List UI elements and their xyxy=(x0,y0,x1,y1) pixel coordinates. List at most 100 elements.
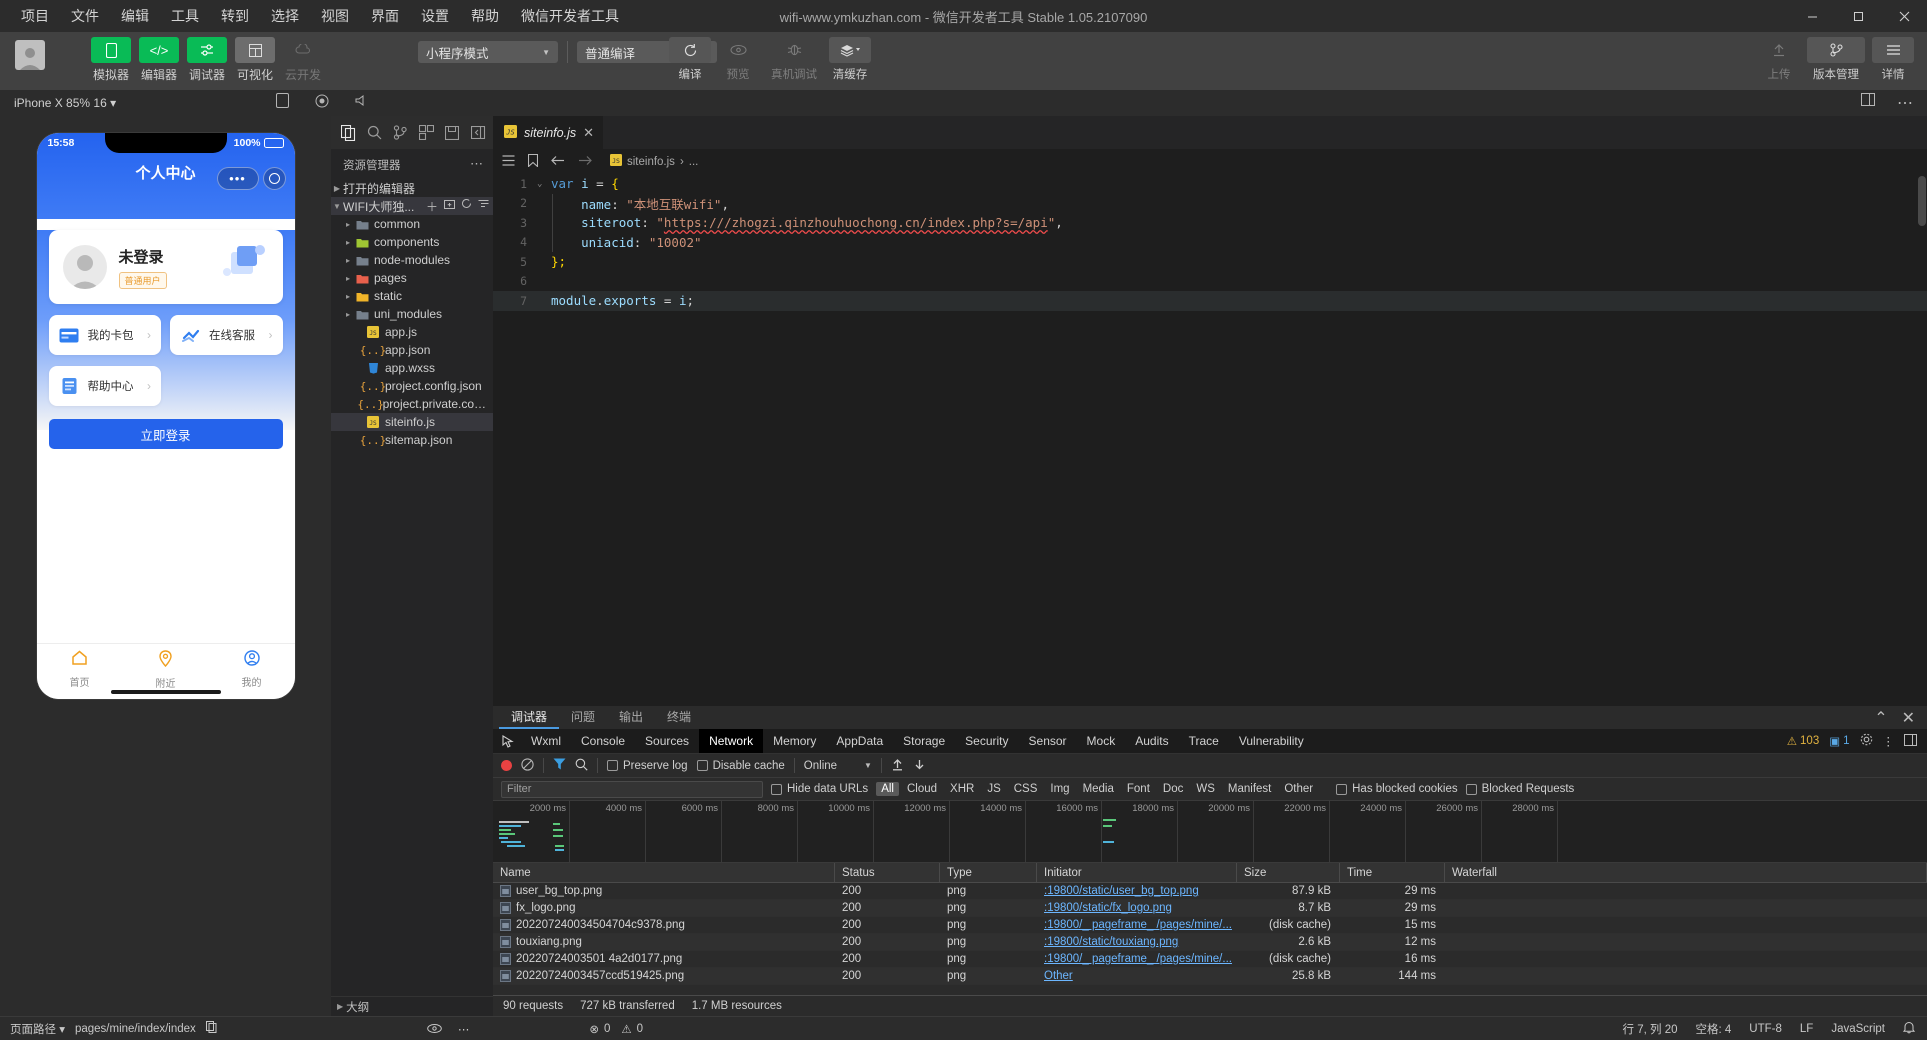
tree-item-uni-modules[interactable]: ▸uni_modules xyxy=(331,305,493,323)
bookmark-icon[interactable] xyxy=(528,154,538,170)
tree-item-app-json[interactable]: {..}app.json xyxy=(331,341,493,359)
tree-item-static[interactable]: ▸static xyxy=(331,287,493,305)
cursor-position[interactable]: 行 7, 列 20 xyxy=(1623,1021,1678,1037)
network-row[interactable]: 20220724003501 4a2d0177.png200png:19800/… xyxy=(493,951,1927,968)
mode-select[interactable]: 小程序模式 ▼ xyxy=(418,41,558,63)
rotate-icon[interactable] xyxy=(276,93,289,113)
menu-item-ui[interactable]: 界面 xyxy=(360,1,410,31)
close-icon[interactable]: ✕ xyxy=(1902,708,1915,728)
menu-item-select[interactable]: 选择 xyxy=(260,1,310,31)
kebab-menu-icon[interactable]: ⋮ xyxy=(1883,734,1895,748)
split-editor-icon[interactable] xyxy=(1861,93,1875,113)
type-filter-doc[interactable]: Doc xyxy=(1158,782,1188,796)
notifications-icon[interactable] xyxy=(1903,1021,1915,1037)
warning-badge[interactable]: ⚠ 103 xyxy=(1787,734,1820,748)
column-type[interactable]: Type xyxy=(940,863,1037,883)
tab-problems[interactable]: 问题 xyxy=(559,706,607,729)
tabbar-item-home[interactable]: 首页 xyxy=(37,650,123,689)
tree-item-common[interactable]: ▸common xyxy=(331,215,493,233)
editor-scrollbar[interactable] xyxy=(1917,174,1927,706)
editor-tab-siteinfo[interactable]: JS siteinfo.js ✕ xyxy=(493,116,604,149)
type-filter-manifest[interactable]: Manifest xyxy=(1223,782,1276,796)
copy-path-icon[interactable] xyxy=(206,1021,217,1036)
preview-button[interactable]: 预览 xyxy=(716,37,760,82)
more-capsule-button[interactable]: ••• xyxy=(217,167,259,190)
close-capsule-button[interactable] xyxy=(263,167,286,190)
filter-input[interactable]: Filter xyxy=(501,781,763,798)
import-har-icon[interactable] xyxy=(891,758,904,774)
devtab-appdata[interactable]: AppData xyxy=(826,729,893,753)
menu-item-project[interactable]: 项目 xyxy=(10,1,60,31)
outline-list-icon[interactable] xyxy=(502,155,515,169)
real-device-debug-button[interactable]: 真机调试 xyxy=(764,37,824,82)
search-icon[interactable] xyxy=(575,758,588,774)
preserve-log-checkbox[interactable]: Preserve log xyxy=(607,760,688,772)
tab-output[interactable]: 输出 xyxy=(607,706,655,729)
toggle-debugger[interactable]: 调试器 xyxy=(186,37,228,83)
encoding[interactable]: UTF-8 xyxy=(1749,1023,1782,1035)
devtab-console[interactable]: Console xyxy=(571,729,635,753)
menu-item-settings[interactable]: 设置 xyxy=(410,1,460,31)
status-more-icon[interactable]: ⋯ xyxy=(458,1022,470,1036)
tab-terminal[interactable]: 终端 xyxy=(655,706,703,729)
devtab-vulnerability[interactable]: Vulnerability xyxy=(1229,729,1314,753)
hide-data-urls-checkbox[interactable]: Hide data URLs xyxy=(771,783,868,795)
login-button[interactable]: 立即登录 xyxy=(49,419,283,449)
menu-item-help[interactable]: 帮助 xyxy=(460,1,510,31)
indentation[interactable]: 空格: 4 xyxy=(1696,1021,1732,1037)
tree-item-pages[interactable]: ▸pages xyxy=(331,269,493,287)
type-filter-other[interactable]: Other xyxy=(1279,782,1318,796)
avatar[interactable] xyxy=(15,40,45,70)
network-row[interactable]: touxiang.png200png:19800/static/touxiang… xyxy=(493,934,1927,951)
menu-item-file[interactable]: 文件 xyxy=(60,1,110,31)
type-filter-ws[interactable]: WS xyxy=(1191,782,1220,796)
new-folder-icon[interactable] xyxy=(444,198,455,215)
devtab-mock[interactable]: Mock xyxy=(1077,729,1126,753)
explorer-more-icon[interactable]: ⋯ xyxy=(470,156,493,172)
column-status[interactable]: Status xyxy=(835,863,940,883)
menu-item-goto[interactable]: 转到 xyxy=(210,1,260,31)
disable-cache-checkbox[interactable]: Disable cache xyxy=(697,760,785,772)
toggle-visual[interactable]: 可视化 xyxy=(234,37,276,83)
preview-eye-icon[interactable] xyxy=(427,1022,442,1036)
cell-my-card-pack[interactable]: 我的卡包 › xyxy=(49,315,162,355)
files-icon[interactable] xyxy=(335,120,361,146)
devtab-storage[interactable]: Storage xyxy=(893,729,955,753)
toggle-editor[interactable]: </> 编辑器 xyxy=(138,37,180,83)
network-row[interactable]: 20220724003457ccd519425.png200pngOther25… xyxy=(493,968,1927,985)
device-selector[interactable]: iPhone X 85% 16 ▾ xyxy=(0,96,116,110)
maximize-button[interactable] xyxy=(1835,0,1881,32)
network-overview-timeline[interactable]: 2000 ms4000 ms6000 ms8000 ms10000 ms1200… xyxy=(493,801,1927,863)
column-name[interactable]: Name xyxy=(493,863,835,883)
devtab-sources[interactable]: Sources xyxy=(635,729,699,753)
network-row[interactable]: 202207240034504704c9378.png200png:19800/… xyxy=(493,917,1927,934)
collapse-all-icon[interactable] xyxy=(478,198,489,215)
type-filter-img[interactable]: Img xyxy=(1045,782,1074,796)
column-initiator[interactable]: Initiator xyxy=(1037,863,1237,883)
minimize-button[interactable] xyxy=(1789,0,1835,32)
refresh-icon[interactable] xyxy=(461,198,472,215)
back-icon[interactable] xyxy=(551,155,565,169)
devtab-trace[interactable]: Trace xyxy=(1179,729,1229,753)
tree-item-components[interactable]: ▸components xyxy=(331,233,493,251)
tree-item-project-config-json[interactable]: {..}project.config.json xyxy=(331,377,493,395)
tree-item-app-js[interactable]: JSapp.js xyxy=(331,323,493,341)
new-file-icon[interactable]: ＋ xyxy=(426,198,438,215)
more-options-icon[interactable]: ⋯ xyxy=(1897,93,1913,113)
avatar-container[interactable] xyxy=(0,37,60,70)
tree-item-node-modules[interactable]: ▸node-modules xyxy=(331,251,493,269)
type-filter-js[interactable]: JS xyxy=(982,782,1005,796)
volume-icon[interactable] xyxy=(355,94,369,112)
user-card[interactable]: 未登录 普通用户 xyxy=(49,230,283,304)
breadcrumb-file-name[interactable]: siteinfo.js xyxy=(627,156,675,168)
dock-side-icon[interactable] xyxy=(1904,734,1917,749)
forward-icon[interactable] xyxy=(578,155,592,169)
tree-item-siteinfo-js[interactable]: JSsiteinfo.js xyxy=(331,413,493,431)
network-row[interactable]: user_bg_top.png200png:19800/static/user_… xyxy=(493,883,1927,900)
chevron-up-icon[interactable]: ⌃ xyxy=(1874,708,1887,728)
type-filter-xhr[interactable]: XHR xyxy=(945,782,979,796)
devtab-memory[interactable]: Memory xyxy=(763,729,826,753)
has-blocked-cookies-checkbox[interactable]: Has blocked cookies xyxy=(1336,783,1457,795)
devtab-security[interactable]: Security xyxy=(955,729,1018,753)
eol-mode[interactable]: LF xyxy=(1800,1023,1813,1035)
